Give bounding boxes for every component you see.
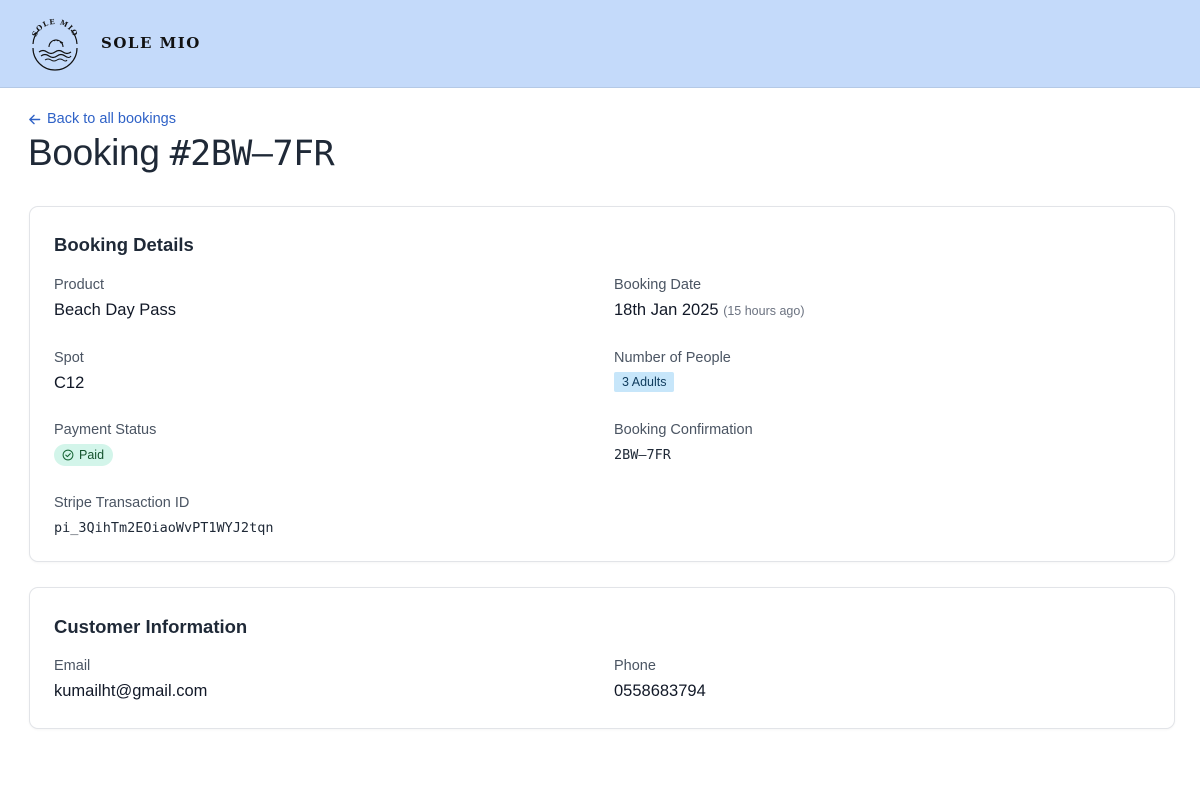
product-field: Product Beach Day Pass bbox=[54, 277, 176, 320]
stripe-transaction-field: Stripe Transaction ID pi_3QihTm2EOiaoWvP… bbox=[54, 495, 273, 536]
confirmation-label: Booking Confirmation bbox=[614, 422, 753, 438]
product-value: Beach Day Pass bbox=[54, 301, 176, 319]
back-link-label: Back to all bookings bbox=[47, 111, 176, 127]
phone-field: Phone 0558683794 bbox=[614, 658, 706, 701]
booking-date-text: 18th Jan 2025 bbox=[614, 301, 719, 319]
payment-status-field: Payment Status Paid bbox=[54, 422, 156, 466]
page-title-booking-id: #2BW–7FR bbox=[169, 134, 335, 174]
people-label: Number of People bbox=[614, 350, 731, 366]
top-header: SOLE MIO SOLE MIO bbox=[0, 0, 1200, 88]
stripe-transaction-value: pi_3QihTm2EOiaoWvPT1WYJ2tqn bbox=[54, 520, 274, 536]
booking-date-field: Booking Date 18th Jan 2025 (15 hours ago… bbox=[614, 277, 805, 320]
payment-status-label: Payment Status bbox=[54, 422, 157, 438]
people-field: Number of People 3 Adults bbox=[614, 350, 731, 392]
page-title-prefix: Booking bbox=[28, 132, 170, 173]
email-field: Email kumailht@gmail.com bbox=[54, 658, 207, 701]
customer-information-card: Customer Information Email kumailht@gmai… bbox=[29, 587, 1175, 729]
svg-text:SOLE MIO: SOLE MIO bbox=[30, 17, 81, 38]
payment-status-badge: Paid bbox=[54, 444, 114, 466]
stripe-transaction-label: Stripe Transaction ID bbox=[54, 495, 190, 511]
brand-name: SOLE MIO bbox=[101, 34, 201, 52]
confirmation-value: 2BW–7FR bbox=[614, 447, 671, 463]
email-label: Email bbox=[54, 658, 91, 674]
booking-date-value: 18th Jan 2025 (15 hours ago) bbox=[614, 301, 805, 320]
booking-details-card: Booking Details Product Beach Day Pass B… bbox=[29, 206, 1175, 562]
booking-details-title: Booking Details bbox=[54, 234, 194, 255]
product-label: Product bbox=[54, 277, 104, 293]
people-badge: 3 Adults bbox=[614, 372, 675, 392]
payment-status-text: Paid bbox=[79, 448, 105, 462]
page-title: Booking #2BW–7FR bbox=[28, 132, 335, 174]
email-value: kumailht@gmail.com bbox=[54, 682, 208, 700]
arrow-left-icon bbox=[29, 114, 41, 124]
check-circle-icon bbox=[62, 449, 74, 461]
sole-mio-logo[interactable]: SOLE MIO bbox=[27, 14, 83, 72]
customer-information-title: Customer Information bbox=[54, 616, 248, 637]
spot-value: C12 bbox=[54, 374, 85, 392]
spot-field: Spot C12 bbox=[54, 350, 84, 393]
spot-label: Spot bbox=[54, 350, 84, 366]
phone-label: Phone bbox=[614, 658, 656, 674]
back-to-bookings-link[interactable]: Back to all bookings bbox=[28, 109, 176, 129]
booking-date-label: Booking Date bbox=[614, 277, 702, 293]
booking-date-relative: (15 hours ago) bbox=[723, 304, 805, 318]
confirmation-field: Booking Confirmation 2BW–7FR bbox=[614, 422, 753, 463]
phone-value: 0558683794 bbox=[614, 682, 706, 700]
